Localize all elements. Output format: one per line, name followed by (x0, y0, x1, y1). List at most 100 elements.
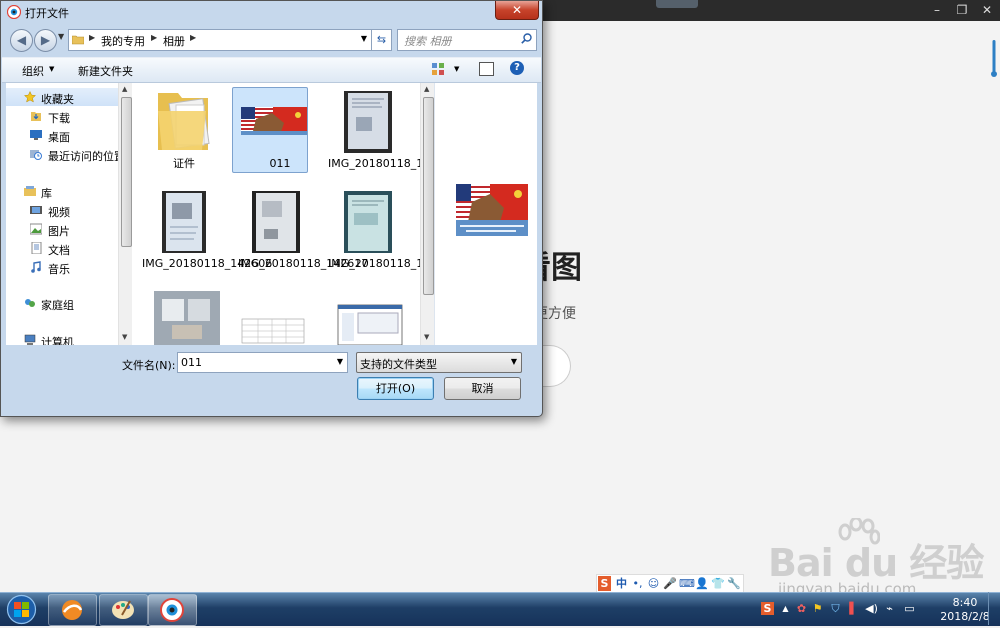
voice-input-icon[interactable]: 🎤 (663, 576, 677, 591)
navigation-scrollbar[interactable]: ▲ ▼ (118, 83, 132, 345)
start-button[interactable] (4, 594, 39, 625)
file-name: 011 (269, 157, 291, 170)
top-drag-handle[interactable] (656, 0, 698, 8)
scrollbar-thumb[interactable] (423, 97, 434, 295)
nav-item-label: 文档 (48, 244, 70, 257)
usb-icon[interactable]: ⌁ (883, 602, 896, 615)
minimize-button[interactable]: – (924, 0, 950, 21)
chevron-down-icon[interactable]: ▼ (337, 357, 343, 366)
thermometer-slider-icon[interactable] (991, 40, 997, 78)
tray-overflow-icon[interactable]: ▲ (779, 602, 792, 615)
search-icon[interactable] (521, 33, 532, 44)
dialog-panes: 收藏夹 下载 桌面 最近访问的位置 库 视频 图片 文档 音乐 家庭组 计算机 … (6, 83, 537, 345)
library-icon (24, 186, 36, 196)
user-icon[interactable]: 👤 (695, 576, 709, 591)
chinese-mode-icon[interactable]: 中 (615, 576, 628, 591)
breadcrumb-separator[interactable]: ▶ (151, 33, 157, 42)
alert-flag-icon[interactable]: ▌ (847, 602, 860, 615)
scroll-up-icon[interactable]: ▲ (122, 85, 127, 93)
file-name: IMG_20180118_142606 (142, 257, 273, 270)
security-icon[interactable]: ⚑ (811, 602, 824, 615)
chevron-down-icon[interactable]: ▼ (511, 357, 517, 366)
network-monitor-icon[interactable]: ▭ (903, 602, 916, 615)
organize-menu[interactable]: 组织 (22, 63, 44, 79)
skin-icon[interactable]: 👕 (711, 576, 725, 591)
taskbar-app-image-viewer[interactable] (148, 594, 197, 626)
nav-item-favorites[interactable]: 收藏夹 (6, 88, 118, 106)
filename-value: 011 (181, 356, 202, 369)
restore-button[interactable]: ❐ (949, 0, 975, 21)
forward-button[interactable]: ▶ (34, 29, 57, 52)
nav-item-homegroup[interactable]: 家庭组 (6, 294, 118, 312)
address-dropdown-icon[interactable]: ▼ (361, 34, 367, 43)
file-name: 证件 (173, 157, 195, 170)
scrollbar-thumb[interactable] (121, 97, 132, 247)
recent-locations-dropdown[interactable]: ▼ (58, 32, 64, 41)
keyboard-icon[interactable]: ⌨ (679, 576, 695, 591)
close-button[interactable]: ✕ (974, 0, 1000, 21)
filename-input[interactable]: 011 ▼ (177, 352, 348, 373)
preview-pane-toggle[interactable] (479, 62, 494, 76)
taskbar-app-paint[interactable] (99, 594, 148, 626)
file-type-select[interactable]: 支持的文件类型 ▼ (356, 352, 522, 373)
nav-item-music[interactable]: 音乐 (6, 258, 118, 276)
punctuation-icon[interactable]: •, (631, 576, 644, 591)
change-view-icon[interactable] (432, 63, 444, 75)
breadcrumb-separator[interactable]: ▶ (89, 33, 95, 42)
nav-item-videos[interactable]: 视频 (6, 201, 118, 219)
nav-item-documents[interactable]: 文档 (6, 239, 118, 257)
nav-item-computer[interactable]: 计算机 (6, 331, 118, 345)
nav-item-downloads[interactable]: 下载 (6, 107, 118, 125)
network-share-icon[interactable]: ✿ (795, 602, 808, 615)
sogou-tray-icon[interactable]: S (761, 602, 774, 615)
refresh-button[interactable]: ⇆ (371, 29, 392, 51)
show-desktop-button[interactable] (988, 592, 1000, 625)
watermark-logo: Bai du 经验 (768, 541, 984, 585)
breadcrumb-item[interactable]: 我的专用 (101, 33, 145, 49)
homegroup-icon (25, 299, 35, 307)
nav-item-libraries[interactable]: 库 (6, 182, 118, 200)
breadcrumb-separator[interactable]: ▶ (190, 33, 196, 42)
system-tray: S ▲ ✿ ⚑ ⛉ ▌ ◀) ⌁ ▭ 8:40 2018/2/8 (755, 592, 1000, 625)
desktop-icon (30, 130, 42, 140)
new-folder-button[interactable]: 新建文件夹 (78, 63, 133, 79)
screen-capture-thumbnail (337, 304, 403, 345)
file-name: IMG_20180118_142554 (328, 157, 420, 170)
scroll-up-icon[interactable]: ▲ (424, 85, 429, 93)
settings-wrench-icon[interactable]: 🔧 (727, 576, 741, 591)
back-button[interactable]: ◀ (10, 29, 33, 52)
nav-item-pictures[interactable]: 图片 (6, 220, 118, 238)
cancel-button[interactable]: 取消 (444, 377, 521, 400)
recent-places-icon (30, 150, 42, 160)
open-button[interactable]: 打开(O) (357, 377, 434, 400)
taskbar-app-browser[interactable] (48, 594, 97, 626)
folder-icon (72, 35, 84, 45)
sogou-ime-icon[interactable]: S (598, 576, 611, 591)
scroll-down-icon[interactable]: ▼ (122, 333, 127, 341)
file-type-value: 支持的文件类型 (360, 358, 437, 371)
emoji-icon[interactable]: ☺ (647, 576, 660, 591)
volume-icon[interactable]: ◀) (865, 602, 878, 615)
clock-date[interactable]: 2018/2/8 (935, 610, 995, 623)
address-bar[interactable]: ▶ 我的专用 ▶ 相册 ▶ ▼ (68, 29, 372, 51)
file-name: IMG_20180118_142637 (328, 257, 420, 270)
shield-icon[interactable]: ⛉ (829, 602, 842, 615)
search-input[interactable]: 搜索 相册 (397, 29, 537, 51)
dialog-close-button[interactable]: ✕ (495, 1, 539, 20)
nav-item-label: 图片 (48, 225, 70, 238)
clock-time[interactable]: 8:40 (945, 596, 985, 609)
computer-icon (24, 334, 36, 345)
file-list-scrollbar[interactable]: ▲ ▼ (420, 83, 434, 345)
nav-item-label: 家庭组 (41, 299, 74, 312)
scroll-down-icon[interactable]: ▼ (424, 333, 429, 341)
pictures-library-icon (30, 223, 42, 235)
nav-item-recent-places[interactable]: 最近访问的位置 (6, 145, 118, 163)
table-screenshot-thumbnail (241, 318, 305, 344)
view-options-dropdown[interactable]: ▼ (454, 65, 459, 73)
help-button[interactable]: ? (510, 61, 524, 75)
file-name: IMG_20180118_142617 (238, 257, 369, 270)
filename-label: 文件名(N): (122, 359, 176, 372)
chevron-down-icon[interactable]: ▼ (49, 65, 54, 73)
breadcrumb-item[interactable]: 相册 (163, 33, 185, 49)
nav-item-desktop[interactable]: 桌面 (6, 126, 118, 144)
